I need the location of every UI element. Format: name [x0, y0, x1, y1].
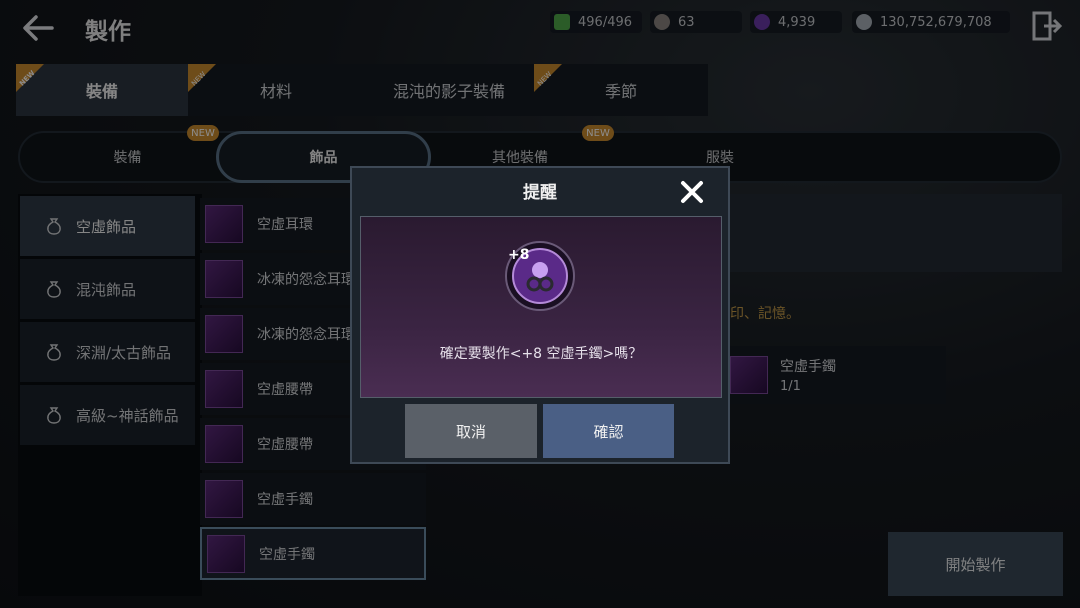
close-icon	[681, 181, 703, 203]
confirm-button[interactable]: 確認	[543, 404, 674, 458]
dialog-title: 提醒	[523, 183, 557, 203]
close-button[interactable]	[678, 178, 706, 206]
cancel-button[interactable]: 取消	[405, 404, 537, 458]
enhance-level: +8	[508, 247, 530, 263]
dialog-message: 確定要製作<+8 空虛手鐲>嗎？	[439, 346, 643, 362]
